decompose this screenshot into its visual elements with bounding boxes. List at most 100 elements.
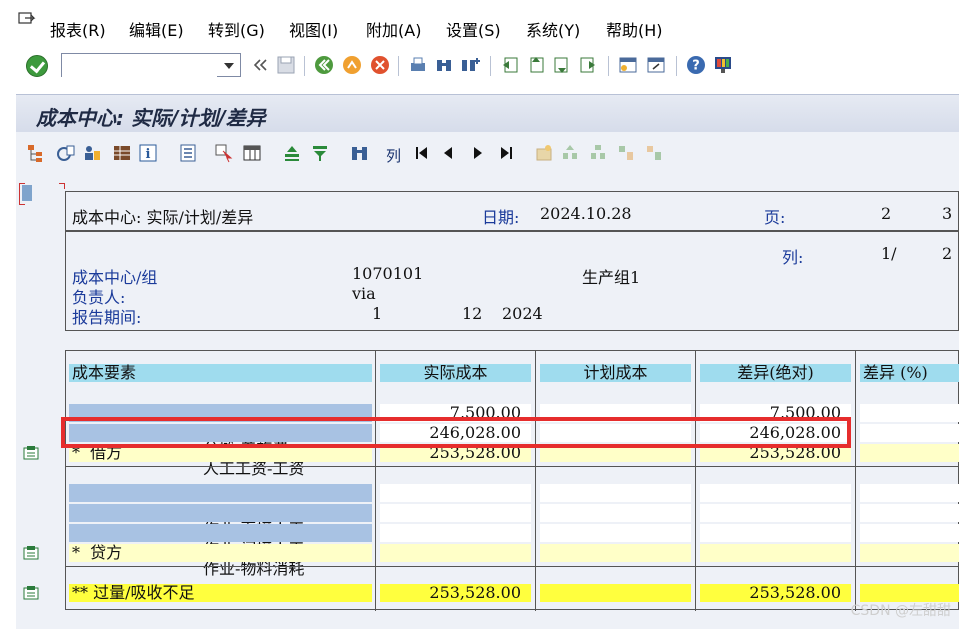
tree-up-icon <box>563 145 577 159</box>
exit-icon[interactable] <box>342 55 362 75</box>
previous-page-icon[interactable] <box>526 55 546 75</box>
variance-pct-value <box>860 424 959 442</box>
cost-table: 成本要素 实际成本 计划成本 差异(绝对) 差异 (%) 942005 分摊-差… <box>65 350 959 611</box>
period-year: 2024 <box>502 304 543 323</box>
columns-icon[interactable] <box>350 143 370 163</box>
column-label: 列: <box>782 248 804 267</box>
collapse-double-chevron-icon[interactable] <box>250 55 270 75</box>
next-column-icon[interactable] <box>468 143 488 163</box>
system-toolbar: ? <box>0 46 959 84</box>
tree-split-icon <box>591 145 605 159</box>
print-icon[interactable] <box>408 55 428 75</box>
cost-element-name: 人工工资-工资 <box>203 459 305 478</box>
command-input[interactable] <box>62 54 217 77</box>
expand-tree-icon[interactable] <box>282 143 302 163</box>
cost-center-name: 生产组1 <box>582 268 641 287</box>
find-next-icon[interactable] <box>460 55 480 75</box>
info-icon[interactable]: i <box>138 143 158 163</box>
header-plan-cost: 计划成本 <box>540 364 691 382</box>
grand-total-label: ** 过量/吸收不足 <box>69 584 372 602</box>
new-session-icon[interactable] <box>618 55 638 75</box>
columns-label[interactable]: 列 <box>386 145 401 166</box>
report-area: 成本中心: 实际/计划/差异 日期: 2024.10.28 页: 2 3 列: … <box>16 172 959 629</box>
table-view-icon[interactable] <box>242 143 262 163</box>
menu-help[interactable]: 帮助(H) <box>606 17 663 41</box>
cost-element-name: 作业-物料消耗 <box>203 559 305 578</box>
last-page-icon[interactable] <box>578 55 598 75</box>
help-icon[interactable]: ? <box>686 55 706 75</box>
page-label: 页: <box>764 208 786 227</box>
variance-pct-value <box>860 404 959 422</box>
drilldown-icon[interactable] <box>23 445 39 461</box>
hierarchy-icon[interactable] <box>26 143 46 163</box>
svg-text:?: ? <box>692 59 700 74</box>
page-marker <box>19 183 65 205</box>
page-total: 3 <box>942 204 953 223</box>
command-field[interactable] <box>61 53 241 77</box>
enter-check-icon[interactable] <box>26 55 48 77</box>
sort-icon[interactable] <box>178 143 198 163</box>
first-column-icon[interactable] <box>412 143 432 163</box>
menu-report[interactable]: 报表(R) <box>50 17 106 41</box>
report-header-box: 成本中心: 实际/计划/差异 日期: 2024.10.28 页: 2 3 <box>65 191 959 231</box>
drilldown-icon[interactable] <box>23 585 39 601</box>
last-column-icon[interactable] <box>496 143 516 163</box>
header-actual-cost: 实际成本 <box>380 364 531 382</box>
back-icon[interactable] <box>314 55 334 75</box>
owner-value: via <box>352 284 376 303</box>
header-cost-element: 成本要素 <box>69 364 372 382</box>
previous-column-icon[interactable] <box>438 143 458 163</box>
watermark: CSDN @左甜甜 <box>850 603 951 619</box>
table-row[interactable]: 943003 作业-物料消耗 <box>69 524 372 578</box>
first-page-icon[interactable] <box>500 55 520 75</box>
menu-view[interactable]: 视图(I) <box>289 17 338 41</box>
grand-total-variance: 253,528.00 <box>700 584 851 602</box>
column-total: 2 <box>942 244 953 263</box>
period-label: 报告期间: <box>72 308 142 327</box>
select-cursor-icon[interactable] <box>214 143 234 163</box>
application-toolbar: i 列 <box>16 132 959 172</box>
report-info-box: 列: 1/ 2 成本中心/组 1070101 生产组1 负责人: via 报告期… <box>65 231 959 331</box>
header-variance-pct: 差异 (%) <box>860 364 959 382</box>
svg-text:i: i <box>146 147 151 162</box>
call-report-icon[interactable] <box>56 143 76 163</box>
drilldown-icon[interactable] <box>23 545 39 561</box>
period-from: 1 <box>372 304 383 323</box>
menu-system[interactable]: 系统(Y) <box>526 17 580 41</box>
sap-menu-icon[interactable] <box>18 12 36 28</box>
save-icon[interactable] <box>276 55 296 75</box>
menu-edit[interactable]: 编辑(E) <box>129 17 184 41</box>
cost-center-value: 1070101 <box>352 264 424 283</box>
table-row[interactable]: 943002 作业-间接人工 <box>69 504 372 558</box>
grand-total-actual: 253,528.00 <box>380 584 531 602</box>
header-variance-abs: 差异(绝对) <box>700 364 851 382</box>
grand-total-plan <box>540 584 691 602</box>
next-page-icon[interactable] <box>552 55 572 75</box>
date-label: 日期: <box>482 208 520 227</box>
highlight-annotation <box>61 417 851 448</box>
page-current: 2 <box>881 204 892 223</box>
person-report-icon[interactable] <box>82 143 102 163</box>
shortcut-icon[interactable] <box>646 55 666 75</box>
new-folder-icon <box>536 145 552 161</box>
find-icon[interactable] <box>434 55 454 75</box>
date-value: 2024.10.28 <box>540 204 632 223</box>
tree-expand-icon <box>647 146 661 160</box>
customize-layout-icon[interactable] <box>713 55 733 75</box>
menu-settings[interactable]: 设置(S) <box>446 17 501 41</box>
filter-icon[interactable] <box>310 143 330 163</box>
menu-extras[interactable]: 附加(A) <box>366 17 421 41</box>
menu-goto[interactable]: 转到(G) <box>208 17 265 41</box>
tree-collapse-icon <box>619 146 633 160</box>
table-row[interactable]: 943001 作业-直接人工 <box>69 484 372 538</box>
cancel-icon[interactable] <box>370 55 390 75</box>
screen-title-bar: 成本中心: 实际/计划/差异 <box>16 94 959 132</box>
layout-grid-icon[interactable] <box>112 143 132 163</box>
debit-total-pct <box>860 444 959 462</box>
report-heading: 成本中心: 实际/计划/差异 <box>72 208 254 227</box>
period-to: 12 <box>462 304 483 323</box>
credit-total-label: * 贷方 <box>69 544 372 562</box>
chevron-down-icon[interactable] <box>224 63 234 69</box>
screen-title: 成本中心: 实际/计划/差异 <box>36 106 266 130</box>
menu-bar: 报表(R) 编辑(E) 转到(G) 视图(I) 附加(A) 设置(S) 系统(Y… <box>0 0 959 46</box>
